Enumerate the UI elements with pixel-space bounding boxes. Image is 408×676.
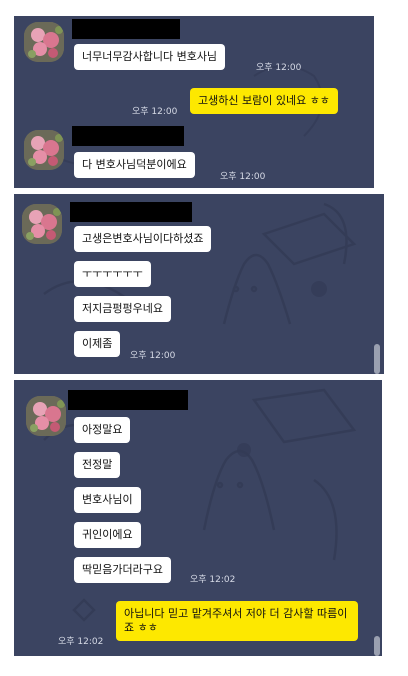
flower-avatar-icon: [22, 204, 62, 244]
avatar[interactable]: [26, 396, 66, 436]
flower-avatar-icon: [24, 130, 64, 170]
message-bubble[interactable]: 다 변호사님덕분이에요: [74, 152, 195, 178]
sender-name-redacted: [70, 202, 192, 222]
message-bubble[interactable]: 아정말요: [74, 417, 131, 443]
flower-avatar-icon: [26, 396, 66, 436]
chat-screen-2: 고생은변호사님이다하셨죠 ㅜㅜㅜㅜㅜㅜ 저지금펑펑우네요 이제좀 오후 12:0…: [14, 194, 384, 374]
message-bubble[interactable]: 전정말: [74, 452, 121, 478]
message-timestamp: 오후 12:02: [190, 575, 236, 585]
message-bubble[interactable]: 고생은변호사님이다하셨죠: [74, 226, 212, 252]
sender-name-redacted: [72, 126, 184, 146]
message-bubble[interactable]: 귀인이에요: [74, 522, 141, 548]
message-timestamp: 오후 12:00: [130, 351, 176, 361]
avatar[interactable]: [24, 22, 64, 62]
message-timestamp: 오후 12:00: [132, 107, 178, 117]
message-bubble[interactable]: ㅜㅜㅜㅜㅜㅜ: [74, 261, 151, 287]
message-bubble[interactable]: 변호사님이: [74, 487, 141, 513]
message-bubble-outgoing[interactable]: 아닙니다 믿고 맡겨주셔서 저야 더 감사할 따름이죠 ㅎㅎ: [116, 601, 358, 641]
avatar[interactable]: [24, 130, 64, 170]
scrollbar-thumb[interactable]: [374, 344, 380, 374]
message-text: 다 변호사님덕분이에요: [82, 158, 187, 171]
message-text: 고생하신 보람이 있네요 ㅎㅎ: [198, 94, 330, 107]
message-text: 아정말요: [82, 423, 123, 436]
message-text: 너무너무감사합니다 변호사님: [82, 50, 218, 63]
message-text: 딱믿음가더라구요: [82, 563, 163, 576]
message-text: 이제좀: [82, 337, 113, 350]
message-bubble[interactable]: 저지금펑펑우네요: [74, 296, 171, 322]
scrollbar-thumb[interactable]: [374, 636, 380, 656]
chat-screen-3: 아정말요 전정말 변호사님이 귀인이에요 딱믿음가더라구요 오후 12:02 오…: [14, 380, 382, 656]
message-text: 저지금펑펑우네요: [82, 302, 163, 315]
chat-screen-1: 너무너무감사합니다 변호사님 오후 12:00 오후 12:00 고생하신 보람…: [14, 16, 374, 188]
message-bubble[interactable]: 딱믿음가더라구요: [74, 557, 171, 583]
sender-name-redacted: [72, 19, 180, 39]
flower-avatar-icon: [24, 22, 64, 62]
message-timestamp: 오후 12:00: [220, 172, 266, 182]
message-bubble[interactable]: 이제좀: [74, 331, 121, 357]
message-bubble[interactable]: 너무너무감사합니다 변호사님: [74, 44, 226, 70]
sender-name-redacted: [68, 390, 188, 410]
avatar[interactable]: [22, 204, 62, 244]
message-text: ㅜㅜㅜㅜㅜㅜ: [82, 267, 143, 280]
message-text: 귀인이에요: [82, 528, 133, 541]
message-text: 변호사님이: [82, 493, 133, 506]
message-bubble-outgoing[interactable]: 고생하신 보람이 있네요 ㅎㅎ: [190, 88, 338, 114]
message-text: 고생은변호사님이다하셨죠: [82, 232, 204, 245]
message-timestamp: 오후 12:00: [256, 63, 302, 73]
message-text: 전정말: [82, 458, 113, 471]
message-text: 아닙니다 믿고 맡겨주셔서 저야 더 감사할 따름이죠 ㅎㅎ: [124, 607, 348, 634]
message-timestamp: 오후 12:02: [58, 637, 104, 647]
